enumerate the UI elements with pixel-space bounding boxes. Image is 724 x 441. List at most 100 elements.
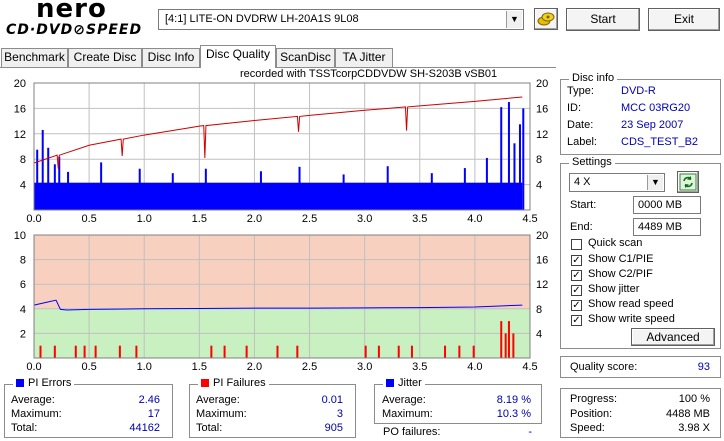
pie-spike-bar	[463, 168, 466, 210]
y-left-tick-label: 4	[20, 304, 26, 316]
tab-scandisc[interactable]: ScanDisc	[276, 48, 335, 67]
pif-bar	[458, 345, 461, 358]
x-tick-label: 4.0	[467, 213, 482, 225]
refresh-drive-button[interactable]	[534, 8, 558, 30]
quick-scan-checkbox[interactable]	[571, 239, 582, 250]
x-tick-label: 2.5	[302, 213, 317, 225]
x-tick-label: 1.0	[137, 213, 152, 225]
y-right-tick-label: 20	[536, 78, 548, 90]
show-jitter-checkbox[interactable]: ✓	[571, 285, 582, 296]
drive-select[interactable]: [4:1] LITE-ON DVDRW LH-20A1S 9L08 ▼	[158, 9, 524, 30]
speed-value: 3.98 X	[678, 422, 710, 434]
jitter-average-value: 8.19 %	[496, 394, 531, 406]
disc-quality-charts: 0.0 0.5 1.0 1.5 2.0 2.5 3.0 3.5 4.0 4.52016128420…	[14, 78, 549, 370]
x-tick-label: 4.0	[467, 361, 482, 370]
tab-ta-jitter[interactable]: TA Jitter	[335, 48, 393, 67]
show-jitter-label: Show jitter	[588, 283, 640, 295]
x-tick-label: 4.5	[522, 213, 537, 225]
pi-failures-maximum-label: Maximum:	[196, 408, 247, 420]
position-label: Position:	[570, 408, 613, 420]
chevron-down-icon[interactable]: ▼	[647, 175, 663, 190]
tab-disc-info[interactable]: Disc Info	[142, 48, 200, 67]
jitter-maximum-label: Maximum:	[382, 408, 433, 420]
pif-bar	[83, 345, 86, 358]
disc-id-label: ID:	[567, 102, 582, 114]
jitter-summary: Jitter Average: 8.19 % Maximum: 10.3 %	[374, 377, 542, 424]
advanced-button[interactable]: Advanced	[631, 328, 715, 346]
pif-bar	[504, 333, 507, 358]
pif-bar	[135, 345, 138, 358]
end-position-input[interactable]: 4489 MB	[633, 218, 701, 236]
y-right-tick-label: 20	[536, 230, 548, 242]
pie-spike-bar	[100, 162, 103, 210]
y-right-tick-label: 8	[536, 304, 542, 316]
nero-logo: nero CD·DVD⊘SPEED	[6, 0, 156, 40]
y-right-tick-label: 16	[536, 255, 548, 267]
show-c1-pie-checkbox[interactable]: ✓	[571, 255, 582, 266]
pie-spike-bar	[47, 147, 50, 210]
x-tick-label: 3.5	[412, 361, 427, 370]
pie-spike-bar	[41, 129, 44, 210]
pi-errors-color-swatch	[16, 379, 24, 388]
disc-date-label: Date:	[567, 119, 594, 131]
start-button[interactable]: Start	[566, 8, 640, 31]
pi-failures-title: PI Failures	[213, 377, 266, 389]
jitter-maximum-value: 10.3 %	[496, 408, 531, 420]
pi-failures-color-swatch	[201, 379, 209, 388]
pif-bar	[296, 345, 299, 358]
chevron-down-icon[interactable]: ▼	[506, 11, 522, 28]
pi-errors-average-label: Average:	[11, 394, 55, 406]
x-tick-label: 2.0	[247, 361, 262, 370]
jitter-average-label: Average:	[382, 394, 426, 406]
tab-create-disc[interactable]: Create Disc	[68, 48, 142, 67]
x-tick-label: 0.0	[26, 361, 41, 370]
x-tick-label: 0.0	[26, 213, 41, 225]
pif-bar	[53, 345, 56, 358]
pif-bar	[444, 345, 447, 358]
logo-sub-text: CD·DVD⊘SPEED	[6, 22, 143, 38]
y-left-tick-label: 2	[20, 328, 26, 340]
start-label: Start:	[570, 199, 597, 211]
pie-baseline-bar	[34, 182, 523, 210]
x-tick-label: 0.5	[81, 213, 96, 225]
show-c2-pif-checkbox[interactable]: ✓	[571, 270, 582, 281]
x-tick-label: 2.0	[247, 213, 262, 225]
x-tick-label: 1.5	[192, 213, 207, 225]
pif-bar	[472, 345, 475, 358]
exit-button[interactable]: Exit	[648, 8, 720, 31]
y-right-tick-label: 12	[536, 279, 548, 291]
pi-errors-title-wrap: PI Errors	[13, 377, 75, 389]
speed-label: Speed:	[570, 422, 605, 434]
start-position-input[interactable]: 0000 MB	[633, 196, 701, 214]
jitter-title: Jitter	[398, 377, 422, 389]
pif-bar	[39, 345, 42, 358]
pi-errors-total-label: Total:	[11, 422, 38, 434]
quick-scan-label: Quick scan	[588, 237, 643, 249]
y-left-tick-label: 8	[20, 255, 26, 267]
tab-disc-quality[interactable]: Disc Quality	[200, 45, 276, 68]
drive-refresh-icon	[537, 12, 555, 26]
y-right-tick-label: 4	[536, 328, 542, 340]
x-tick-label: 3.5	[412, 213, 427, 225]
show-write-speed-checkbox[interactable]: ✓	[571, 315, 582, 326]
y-left-tick-label: 4	[20, 180, 26, 192]
speed-select[interactable]: 4 X ▼	[569, 173, 665, 192]
pif-bar	[74, 345, 77, 358]
plot-background-upper	[34, 235, 530, 309]
pie-spike-bar	[485, 157, 488, 210]
refresh-speeds-button[interactable]	[677, 171, 699, 193]
x-tick-label: 3.0	[357, 361, 372, 370]
pie-spike-bar	[522, 108, 525, 210]
disc-info-title: Disc info	[569, 72, 618, 84]
jitter-title-wrap: Jitter	[383, 377, 425, 389]
pi-errors-summary: PI Errors Average: 2.46 Maximum: 17 Tota…	[4, 377, 173, 438]
pif-bar	[210, 345, 213, 358]
x-tick-label: 1.5	[192, 361, 207, 370]
tab-benchmark[interactable]: Benchmark	[1, 48, 68, 67]
quality-score-box: Quality score: 93	[560, 356, 721, 378]
pie-spike-bar	[67, 171, 70, 210]
show-c1-pie-label: Show C1/PIE	[588, 253, 654, 265]
y-right-tick-label: 4	[536, 180, 542, 192]
pie-spike-bar	[298, 166, 301, 210]
show-read-speed-checkbox[interactable]: ✓	[571, 300, 582, 311]
